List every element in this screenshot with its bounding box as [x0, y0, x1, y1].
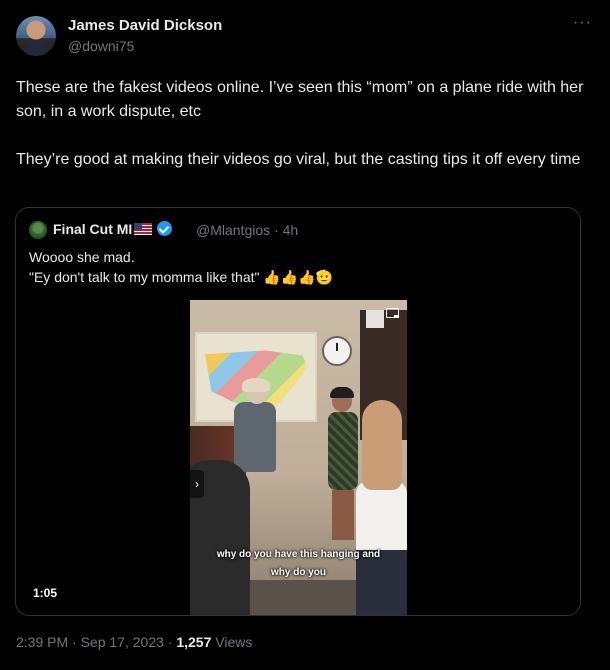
quoted-line: "Ey don't talk to my momma like that" 👍👍… — [29, 269, 334, 285]
video-player[interactable]: › why do you have this hanging and why d… — [190, 300, 407, 615]
post-time[interactable]: 2:39 PM — [16, 634, 68, 650]
tweet-paragraph: They’re good at making their videos go v… — [16, 151, 581, 168]
meta-separator: · — [274, 222, 279, 238]
video-wall-clock — [322, 336, 352, 366]
video-caption-line: why do you — [271, 567, 326, 578]
post-date[interactable]: Sep 17, 2023 — [81, 634, 164, 650]
video-person-girl — [356, 400, 407, 615]
tweet-text: These are the fakest videos online. I’ve… — [16, 76, 586, 172]
video-duration: 1:05 — [33, 586, 58, 600]
author-handle[interactable]: @downi75 — [68, 38, 134, 54]
video-caption-line: why do you have this hanging and — [216, 549, 381, 560]
quoted-timestamp[interactable]: 4h — [283, 222, 299, 238]
quoted-author-name[interactable]: Final Cut MI — [53, 221, 132, 237]
tweet-footer: 2:39 PM · Sep 17, 2023 · 1,257 Views — [16, 634, 252, 650]
footer-separator: · — [167, 634, 173, 650]
quoted-text: Woooo she mad. "Ey don't talk to my momm… — [29, 247, 559, 287]
quoted-tweet[interactable]: Final Cut MI @Mlantgios · 4h Woooo she m… — [15, 207, 581, 616]
quoted-author-avatar[interactable] — [29, 221, 47, 239]
views-count: 1,257 — [176, 634, 212, 650]
footer-separator: · — [72, 634, 77, 650]
chevron-right-icon[interactable]: › — [190, 470, 204, 498]
author-name[interactable]: James David Dickson — [68, 17, 222, 34]
views-label: Views — [215, 634, 253, 650]
author-avatar[interactable] — [16, 16, 56, 56]
quoted-line: Woooo she mad. — [29, 249, 135, 265]
quoted-author-name-row[interactable]: Final Cut MI — [53, 221, 173, 237]
quoted-meta: @Mlantgios · 4h — [196, 222, 298, 238]
verified-badge-icon — [157, 221, 173, 236]
us-flag-icon — [134, 223, 153, 235]
more-options-icon[interactable]: ··· — [573, 14, 592, 32]
quoted-author-handle[interactable]: @Mlantgios — [196, 222, 270, 238]
tweet-paragraph: These are the fakest videos online. I’ve… — [16, 79, 584, 120]
fullscreen-icon[interactable] — [386, 308, 399, 318]
